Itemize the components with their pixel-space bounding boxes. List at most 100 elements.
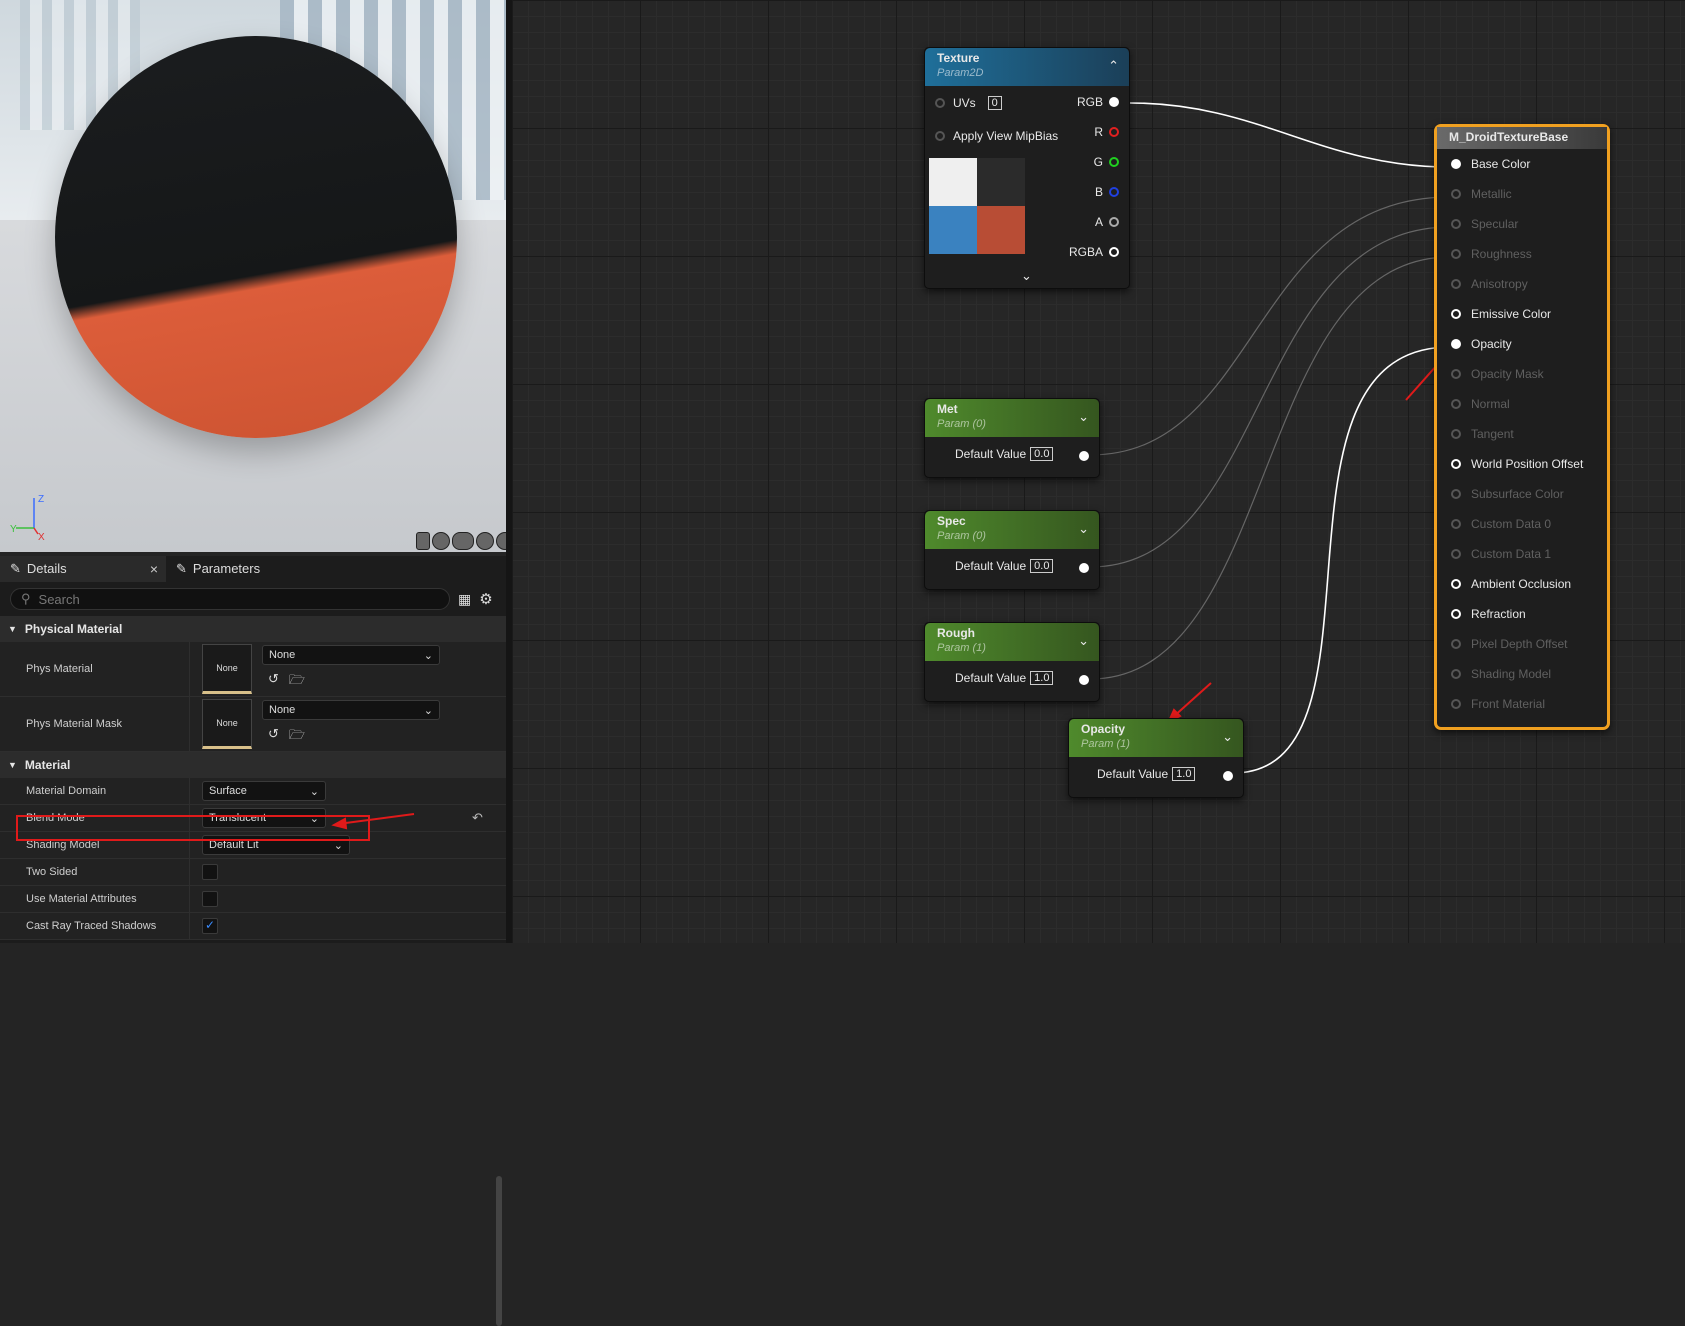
node-header[interactable]: Texture Param2D ⌃ xyxy=(925,48,1129,86)
asset-dropdown[interactable]: None ⌄ xyxy=(262,700,440,720)
input-pin[interactable] xyxy=(1451,639,1461,649)
output-label: RGBA xyxy=(1068,245,1103,259)
material-domain-dropdown[interactable]: Surface ⌄ xyxy=(202,781,326,801)
input-pin[interactable] xyxy=(1451,459,1461,469)
use-material-attributes-checkbox[interactable] xyxy=(202,891,218,907)
collapse-up-icon[interactable]: ⌃ xyxy=(1108,58,1119,74)
browse-asset-icon[interactable]: 🗁 xyxy=(289,726,305,748)
output-pin[interactable] xyxy=(1079,675,1089,685)
node-spec-param[interactable]: Spec Param (0) ⌄ Default Value 0.0 xyxy=(924,510,1100,590)
input-pin[interactable] xyxy=(1451,399,1461,409)
output-pin[interactable] xyxy=(1109,247,1119,257)
input-pin[interactable] xyxy=(1451,579,1461,589)
cast-ray-traced-shadows-checkbox[interactable]: ✓ xyxy=(202,918,218,934)
input-pin[interactable] xyxy=(1451,429,1461,439)
output-b: B xyxy=(1095,184,1119,200)
default-value-field: Default Value 0.0 xyxy=(955,559,1054,573)
output-label: G xyxy=(1093,155,1103,169)
node-header[interactable]: Spec Param (0) ⌄ xyxy=(925,511,1099,549)
input-pin[interactable] xyxy=(1451,519,1461,529)
input-pin[interactable] xyxy=(1451,219,1461,229)
output-label: RGB xyxy=(1076,95,1103,109)
browse-asset-icon[interactable]: 🗁 xyxy=(289,671,305,693)
chevron-down-icon[interactable]: ⌄ xyxy=(1078,633,1089,649)
input-pin[interactable] xyxy=(1451,279,1461,289)
pin-label: Subsurface Color xyxy=(1471,487,1564,501)
details-scrollbar[interactable] xyxy=(496,1176,502,1326)
property-label: Material Domain xyxy=(0,778,190,804)
asset-thumbnail[interactable]: None xyxy=(202,644,252,694)
preview-sphere xyxy=(55,36,457,438)
use-selected-asset-icon[interactable]: ↺ xyxy=(268,726,279,748)
output-pin[interactable] xyxy=(1109,157,1119,167)
default-value-input[interactable]: 0.0 xyxy=(1030,447,1054,461)
category-physical-material[interactable]: ▼ Physical Material xyxy=(0,616,508,642)
swatch-cell xyxy=(929,158,977,206)
material-pin-row: Emissive Color xyxy=(1437,299,1607,329)
pin-label: Pixel Depth Offset xyxy=(1471,637,1568,651)
node-header[interactable]: Opacity Param (1) ⌄ xyxy=(1069,719,1243,757)
input-pin[interactable] xyxy=(1451,159,1461,169)
node-met-param[interactable]: Met Param (0) ⌄ Default Value 0.0 xyxy=(924,398,1100,478)
plane-preview-icon[interactable] xyxy=(452,532,474,550)
default-value-input[interactable]: 1.0 xyxy=(1030,671,1054,685)
details-search-input[interactable]: ⚲ Search xyxy=(10,588,450,610)
details-search-row: ⚲ Search ▦ ⚙ xyxy=(0,582,508,616)
node-material-result[interactable]: M_DroidTextureBase Base Color Metallic Spe… xyxy=(1434,124,1610,730)
output-pin[interactable] xyxy=(1223,771,1233,781)
chevron-down-icon: ⌄ xyxy=(423,649,433,662)
tab-parameters[interactable]: ✎ Parameters xyxy=(166,556,272,582)
table-view-icon[interactable]: ▦ xyxy=(458,591,471,608)
swatch-cell xyxy=(977,158,1025,206)
gear-icon[interactable]: ⚙ xyxy=(479,590,492,608)
input-pin[interactable] xyxy=(1451,249,1461,259)
material-pin-row: Specular xyxy=(1437,209,1607,239)
asset-thumbnail[interactable]: None xyxy=(202,699,252,749)
default-value-input[interactable]: 0.0 xyxy=(1030,559,1054,573)
node-header[interactable]: M_DroidTextureBase xyxy=(1437,127,1607,149)
tab-details[interactable]: ✎ Details × xyxy=(0,556,166,582)
input-pin[interactable] xyxy=(1451,699,1461,709)
close-tab-icon[interactable]: × xyxy=(150,556,158,582)
sphere-preview-icon[interactable] xyxy=(432,532,450,550)
two-sided-checkbox[interactable] xyxy=(202,864,218,880)
input-pin[interactable] xyxy=(1451,309,1461,319)
input-pin[interactable] xyxy=(1451,549,1461,559)
chevron-down-icon[interactable]: ⌄ xyxy=(1222,729,1233,745)
category-material[interactable]: ▼ Material xyxy=(0,752,508,778)
node-header[interactable]: Rough Param (1) ⌄ xyxy=(925,623,1099,661)
input-pin[interactable] xyxy=(1451,369,1461,379)
input-pin[interactable] xyxy=(1451,669,1461,679)
reset-to-default-icon[interactable]: ↶ xyxy=(472,810,483,826)
expand-down-icon[interactable]: ⌄ xyxy=(1021,268,1032,284)
pin-label: Base Color xyxy=(1471,157,1531,171)
input-pin[interactable] xyxy=(935,131,945,141)
use-selected-asset-icon[interactable]: ↺ xyxy=(268,671,279,693)
chevron-down-icon[interactable]: ⌄ xyxy=(1078,409,1089,425)
node-header[interactable]: Met Param (0) ⌄ xyxy=(925,399,1099,437)
node-rough-param[interactable]: Rough Param (1) ⌄ Default Value 1.0 xyxy=(924,622,1100,702)
uvs-value[interactable]: 0 xyxy=(987,96,1002,110)
output-pin[interactable] xyxy=(1109,217,1119,227)
pin-label: Anisotropy xyxy=(1471,277,1528,291)
node-texture-param2d[interactable]: Texture Param2D ⌃ UVs 0 Apply View MipBi… xyxy=(924,47,1130,289)
output-pin[interactable] xyxy=(1109,187,1119,197)
input-pin[interactable] xyxy=(1451,489,1461,499)
input-pin[interactable] xyxy=(1451,609,1461,619)
cube-preview-icon[interactable] xyxy=(476,532,494,550)
default-value-input[interactable]: 1.0 xyxy=(1172,767,1196,781)
property-value xyxy=(190,859,508,885)
output-pin[interactable] xyxy=(1109,97,1119,107)
node-subtitle: Param (1) xyxy=(1081,738,1130,750)
chevron-down-icon[interactable]: ⌄ xyxy=(1078,521,1089,537)
output-pin[interactable] xyxy=(1079,451,1089,461)
input-pin[interactable] xyxy=(935,98,945,108)
node-opacity-param[interactable]: Opacity Param (1) ⌄ Default Value 1.0 xyxy=(1068,718,1244,798)
asset-dropdown[interactable]: None ⌄ xyxy=(262,645,440,665)
cylinder-preview-icon[interactable] xyxy=(416,532,430,550)
input-pin[interactable] xyxy=(1451,189,1461,199)
output-pin[interactable] xyxy=(1079,563,1089,573)
output-pin[interactable] xyxy=(1109,127,1119,137)
input-pin[interactable] xyxy=(1451,339,1461,349)
material-preview-viewport[interactable]: Z Y X xyxy=(0,0,508,552)
